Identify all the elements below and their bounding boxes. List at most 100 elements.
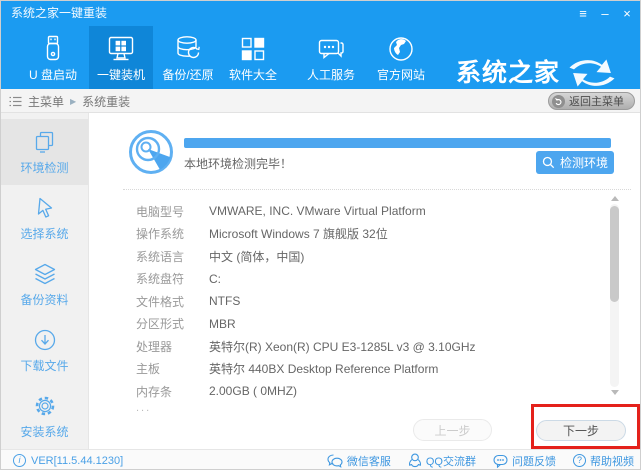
nav-item-label: 软件大全	[228, 68, 277, 82]
sidebar-item-install-system[interactable]: 安装系统	[1, 383, 88, 449]
detect-button-label: 检测环境	[559, 156, 608, 170]
info-label: 内存条	[136, 384, 173, 399]
info-value: Microsoft Windows 7 旗舰版 32位	[209, 227, 388, 242]
breadcrumb-current: 系统重装	[82, 94, 131, 109]
system-info-table: 电脑型号 VMWARE, INC. VMware Virtual Platfor…	[136, 200, 596, 417]
table-row: 系统盘符 C:	[136, 268, 596, 291]
nav-item-software-center[interactable]: 软件大全	[220, 26, 286, 89]
back-arrow-icon	[552, 94, 565, 108]
footer-link-label: 帮助视频	[590, 455, 634, 468]
footer-link-label: 问题反馈	[512, 455, 556, 468]
close-button[interactable]: ×	[616, 1, 638, 26]
info-label: 分区形式	[136, 317, 185, 332]
nav-item-backup-restore[interactable]: 备份/还原	[155, 26, 221, 89]
breadcrumb-bar: 主菜单 ▶ 系统重装 返回主菜单	[1, 89, 640, 113]
nav-item-usb-boot[interactable]: U 盘启动	[20, 26, 86, 89]
info-value: MBR	[209, 316, 236, 331]
breadcrumb: 主菜单 ▶ 系统重装	[9, 89, 130, 113]
qq-penguin-icon	[408, 453, 422, 468]
radar-scan-icon	[127, 128, 175, 176]
table-row: 主板 英特尔 440BX Desktop Reference Platform	[136, 358, 596, 381]
scrollbar-thumb[interactable]	[610, 206, 619, 302]
footer-link-help-video[interactable]: ? 帮助视频	[573, 453, 634, 469]
chevron-right-icon: ▶	[70, 96, 77, 106]
info-value: 中文 (简体，中国)	[209, 249, 305, 264]
nav-item-manual-service[interactable]: 人工服务	[298, 26, 364, 89]
footer-link-wechat-service[interactable]: 微信客服	[327, 453, 391, 469]
app-grid-icon	[220, 32, 286, 66]
next-step-button[interactable]: 下一步	[536, 420, 626, 441]
info-label: 操作系统	[136, 227, 185, 242]
table-row: 电脑型号 VMWARE, INC. VMware Virtual Platfor…	[136, 200, 596, 223]
footer-link-feedback[interactable]: 问题反馈	[493, 453, 556, 469]
detect-environment-button[interactable]: 检测环境	[536, 151, 614, 174]
step-sidebar: 环境检测 选择系统 备份资料 下载文件 安装系统	[1, 113, 89, 449]
close-icon: ×	[623, 6, 631, 21]
info-value: VMWARE, INC. VMware Virtual Platform	[209, 204, 426, 219]
monitor-windows-icon	[89, 32, 153, 66]
dotted-divider	[123, 189, 631, 190]
scrollbar-track[interactable]	[610, 204, 619, 387]
nav-item-label: 官方网站	[376, 68, 425, 82]
info-label: 主板	[136, 362, 161, 377]
sidebar-item-label: 安装系统	[20, 424, 69, 439]
breadcrumb-root[interactable]: 主菜单	[28, 93, 64, 110]
sidebar-item-download-files[interactable]: 下载文件	[1, 317, 88, 383]
app-window: 系统之家一键重装 ≡ – × U 盘启动 一键装机 备份/还原 软件大全 人工服…	[0, 0, 641, 470]
nav-item-label: 人工服务	[306, 68, 355, 82]
version-info: i VER[11.5.44.1230]	[13, 450, 124, 469]
sidebar-item-label: 选择系统	[20, 226, 69, 241]
version-text: VER[11.5.44.1230]	[31, 454, 124, 467]
scroll-up-icon[interactable]	[611, 196, 619, 201]
footer-link-label: QQ交流群	[425, 455, 476, 468]
info-value: 英特尔 440BX Desktop Reference Platform	[209, 362, 439, 377]
back-button-label: 返回主菜单	[569, 96, 624, 108]
nav-item-label: U 盘启动	[28, 68, 77, 82]
detection-progress-fill	[184, 138, 611, 148]
detection-status-text: 本地环境检测完毕！	[184, 157, 293, 171]
chat-bubbles-icon	[298, 32, 364, 66]
detection-progress-bar	[184, 138, 611, 148]
table-row: 操作系统 Microsoft Windows 7 旗舰版 32位	[136, 223, 596, 246]
gear-icon	[32, 393, 58, 419]
info-label: 文件格式	[136, 294, 185, 309]
nav-item-label: 一键装机	[96, 68, 145, 82]
sidebar-item-label: 下载文件	[20, 358, 69, 373]
nav-item-official-website[interactable]: 官方网站	[368, 26, 434, 89]
usb-drive-icon	[20, 32, 86, 66]
info-label: 系统语言	[136, 249, 185, 264]
search-icon	[542, 156, 555, 169]
layers-icon	[32, 261, 58, 287]
nav-item-onekey-install[interactable]: 一键装机	[89, 26, 153, 89]
sidebar-item-backup-data[interactable]: 备份资料	[1, 251, 88, 317]
title-bar: 系统之家一键重装 ≡ – ×	[1, 1, 640, 26]
main-panel: 本地环境检测完毕！ 检测环境 电脑型号 VMWARE, INC. VMware …	[89, 113, 640, 449]
screens-overlap-icon	[32, 129, 58, 155]
previous-step-button[interactable]: 上一步	[413, 419, 492, 441]
database-restore-icon	[155, 32, 221, 66]
nav-item-label: 备份/还原	[162, 68, 214, 82]
minimize-button[interactable]: –	[594, 1, 616, 26]
scroll-down-icon[interactable]	[611, 390, 619, 395]
list-icon	[9, 96, 22, 107]
brand-name: 系统之家	[456, 59, 561, 87]
info-value: C:	[209, 271, 221, 286]
download-circle-icon	[32, 327, 58, 353]
sidebar-item-label: 备份资料	[20, 292, 69, 307]
info-label: 电脑型号	[136, 204, 185, 219]
sidebar-item-env-check[interactable]: 环境检测	[1, 119, 88, 185]
menu-button[interactable]: ≡	[572, 1, 594, 26]
table-row: 分区形式 MBR	[136, 313, 596, 336]
vertical-scrollbar[interactable]	[609, 196, 621, 395]
footer-link-qq-group[interactable]: QQ交流群	[408, 453, 476, 469]
wechat-icon	[327, 453, 343, 468]
back-to-main-menu-button[interactable]: 返回主菜单	[548, 92, 635, 110]
sidebar-item-select-system[interactable]: 选择系统	[1, 185, 88, 251]
footer-link-label: 微信客服	[346, 455, 391, 468]
minimize-icon: –	[601, 6, 609, 21]
info-value: NTFS	[209, 294, 241, 309]
cursor-arrow-icon	[32, 195, 58, 221]
info-value: 2.00GB ( 0MHZ)	[209, 384, 298, 399]
globe-icon	[368, 32, 434, 66]
table-row: 系统语言 中文 (简体，中国)	[136, 245, 596, 268]
